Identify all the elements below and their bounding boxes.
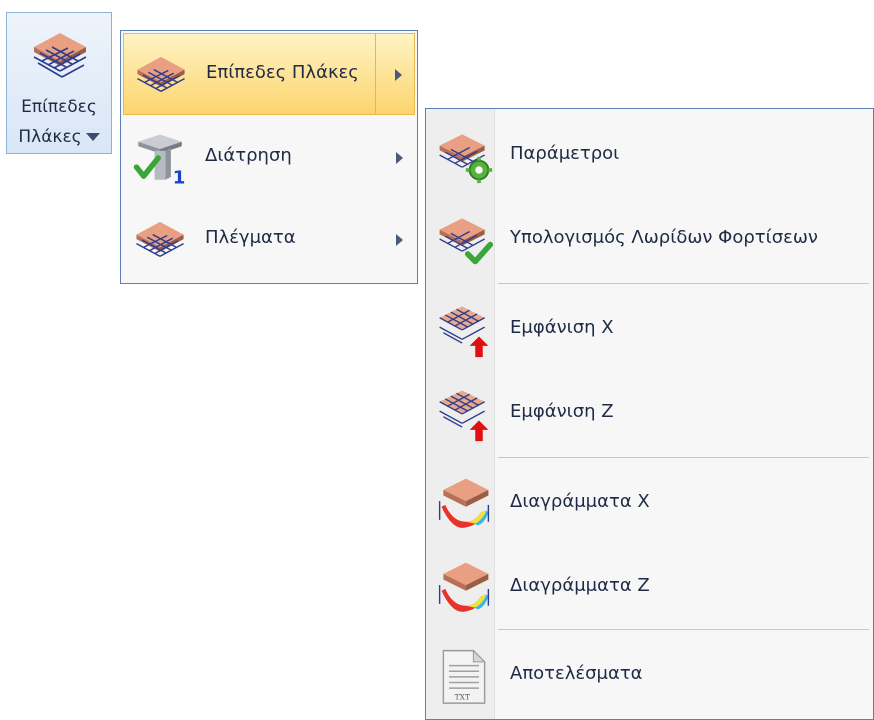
ribbon-button-label-text: Πλάκες bbox=[18, 127, 82, 147]
menu-separator bbox=[498, 283, 869, 284]
slab-diagram-icon bbox=[434, 473, 494, 533]
slab-gear-icon bbox=[434, 125, 494, 185]
menu-item-show-z[interactable]: Εμφάνιση Z bbox=[428, 371, 871, 455]
menu-item-label: Επίπεδες Πλάκες bbox=[206, 62, 359, 83]
ribbon-button-label: Επίπεδες bbox=[21, 97, 97, 117]
menu-separator bbox=[498, 629, 869, 630]
menu-item-parameters[interactable]: Παράμετροι bbox=[428, 113, 871, 197]
menu-item-label: Εμφάνιση X bbox=[510, 317, 614, 338]
menu-item-label: Εμφάνιση Z bbox=[510, 401, 614, 422]
menu-item-flat-slabs[interactable]: Επίπεδες Πλάκες bbox=[123, 33, 415, 115]
menu-item-meshes[interactable]: Πλέγματα bbox=[123, 199, 415, 281]
slab-rebar-up-icon bbox=[434, 383, 494, 443]
svg-text:1: 1 bbox=[173, 167, 186, 187]
menu-item-label: Διάτρηση bbox=[205, 145, 292, 166]
submenu-arrow-icon[interactable] bbox=[396, 152, 403, 164]
split-divider bbox=[375, 34, 376, 114]
txt-file-label: TXT bbox=[455, 692, 470, 701]
menu-item-results[interactable]: TXT Αποτελέσματα bbox=[428, 633, 871, 717]
menu-item-label: Διαγράμματα X bbox=[510, 491, 650, 512]
slab-rebar-up-icon bbox=[434, 299, 494, 359]
mesh-grid-icon bbox=[131, 211, 189, 269]
ribbon-button-label-line2: Πλάκες bbox=[7, 127, 111, 147]
menu-item-label: Υπολογισμός Λωρίδων Φορτίσεων bbox=[510, 227, 818, 248]
menu-item-label: Παράμετροι bbox=[510, 143, 620, 164]
menu-item-punching[interactable]: 1 Διάτρηση bbox=[123, 117, 415, 199]
menu-item-load-strips[interactable]: Υπολογισμός Λωρίδων Φορτίσεων bbox=[428, 197, 871, 281]
txt-file-icon: TXT bbox=[434, 645, 494, 705]
menu-separator bbox=[498, 457, 869, 458]
slab-diagram-icon bbox=[434, 557, 494, 617]
menu-item-diagrams-z[interactable]: Διαγράμματα Z bbox=[428, 545, 871, 629]
dropdown-submenu-flat-slabs: Παράμετροι Υπολογισμός Λωρίδων Φορτίσεων bbox=[425, 108, 874, 720]
dropdown-arrow-icon[interactable] bbox=[85, 133, 100, 141]
menu-item-label: Αποτελέσματα bbox=[510, 663, 643, 684]
menu-item-diagrams-x[interactable]: Διαγράμματα X bbox=[428, 461, 871, 545]
submenu-arrow-icon[interactable] bbox=[395, 69, 402, 81]
menu-item-show-x[interactable]: Εμφάνιση X bbox=[428, 287, 871, 371]
slab-grid-icon bbox=[28, 21, 92, 85]
slab-grid-icon bbox=[132, 46, 190, 104]
submenu-arrow-icon[interactable] bbox=[396, 234, 403, 246]
menu-item-label: Πλέγματα bbox=[205, 227, 296, 248]
slab-check-icon bbox=[434, 209, 494, 269]
dropdown-menu-primary: Επίπεδες Πλάκες 1 Διάτρηση Πλέγματα bbox=[120, 30, 418, 284]
ribbon-button-flat-slabs[interactable]: Επίπεδες Πλάκες bbox=[6, 12, 112, 154]
punching-check-icon: 1 bbox=[131, 129, 189, 187]
menu-item-label: Διαγράμματα Z bbox=[510, 575, 650, 596]
